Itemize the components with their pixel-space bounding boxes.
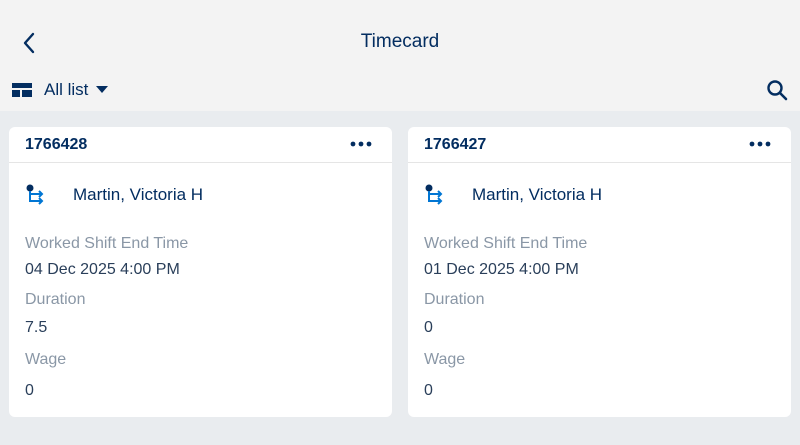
caret-down-icon (96, 86, 109, 93)
search-button[interactable] (764, 77, 790, 103)
field-value-shift-end: 01 Dec 2025 4:00 PM (424, 261, 579, 278)
field-value-duration: 0 (424, 319, 433, 336)
card-header: 1766427 (408, 127, 791, 163)
field-label-shift-end: Worked Shift End Time (25, 235, 189, 252)
more-options-button[interactable] (346, 133, 376, 155)
list-view-label: All list (44, 80, 89, 99)
field-label-shift-end: Worked Shift End Time (424, 235, 588, 252)
field-value-duration: 7.5 (25, 319, 48, 336)
search-icon (767, 80, 788, 101)
list-view-selector[interactable]: All list (12, 78, 109, 102)
timecard-id: 1766427 (424, 136, 487, 153)
more-options-icon (749, 141, 771, 147)
timecard-card[interactable]: 1766427 Martin, Victoria H Worked Shift … (408, 127, 791, 417)
field-label-duration: Duration (424, 291, 485, 308)
field-value-shift-end: 04 Dec 2025 4:00 PM (25, 261, 180, 278)
owner-name: Martin, Victoria H (73, 185, 204, 204)
timecard-card[interactable]: 1766428 Martin, Victoria H Worked Shift … (9, 127, 392, 417)
field-label-wage: Wage (25, 351, 67, 368)
field-value-wage: 0 (25, 382, 34, 399)
owner-name: Martin, Victoria H (472, 185, 603, 204)
field-label-wage: Wage (424, 351, 466, 368)
top-bar: Timecard All list (0, 0, 800, 111)
hierarchy-icon (26, 184, 44, 205)
table-view-icon (12, 83, 32, 97)
field-label-duration: Duration (25, 291, 86, 308)
more-options-button[interactable] (745, 133, 775, 155)
hierarchy-icon (425, 184, 443, 205)
owner-row: Martin, Victoria H (424, 183, 602, 207)
owner-row: Martin, Victoria H (25, 183, 203, 207)
more-options-icon (350, 141, 372, 147)
card-header: 1766428 (9, 127, 392, 163)
timecard-id: 1766428 (25, 136, 88, 153)
page-title: Timecard (360, 31, 440, 52)
field-value-wage: 0 (424, 382, 433, 399)
